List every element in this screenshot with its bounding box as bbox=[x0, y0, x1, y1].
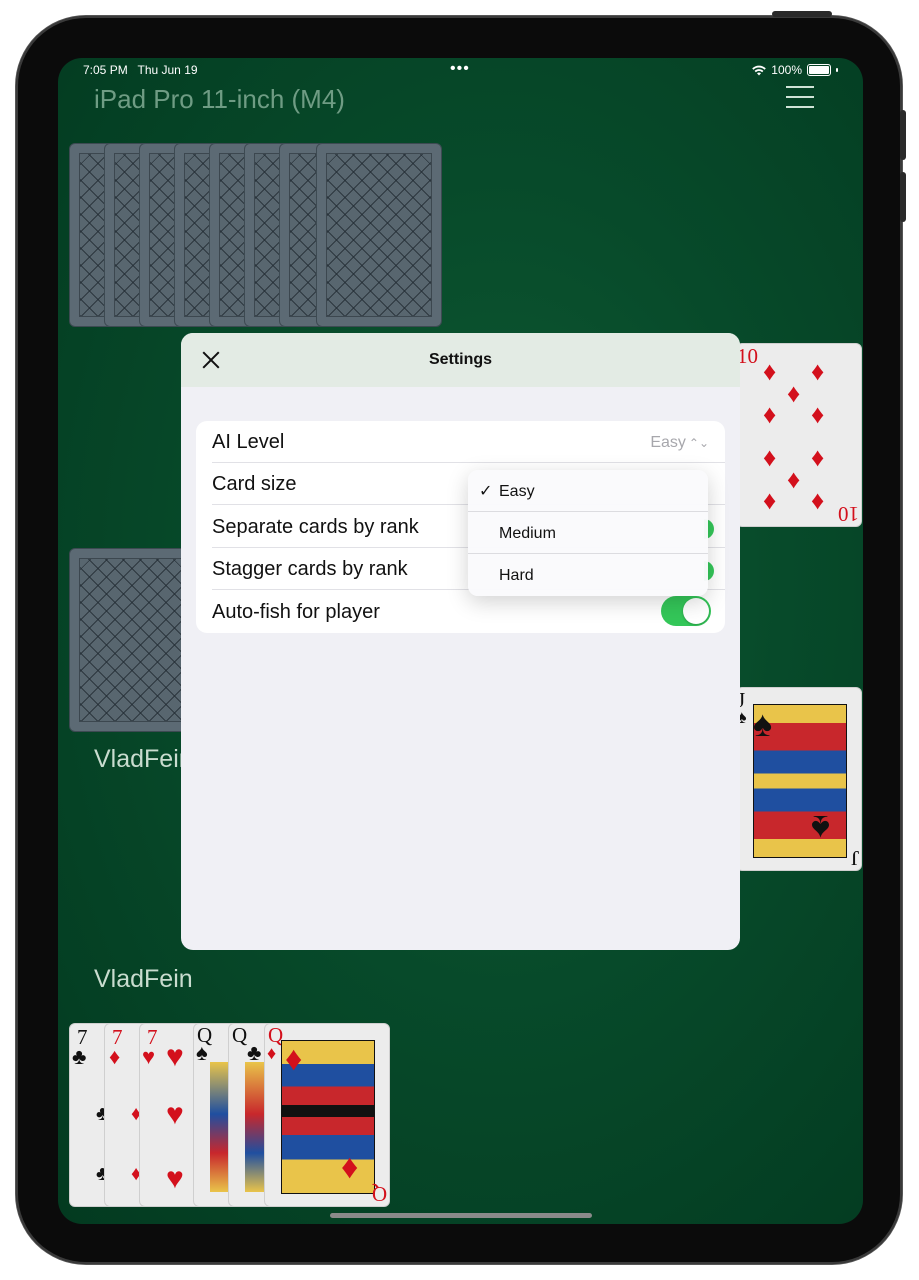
diamond-icon: ♦ bbox=[763, 399, 777, 429]
menu-option-hard[interactable]: Hard bbox=[468, 554, 708, 596]
menu-option-medium[interactable]: Medium bbox=[468, 512, 708, 554]
chevron-up-down-icon: ⌃⌄ bbox=[688, 436, 709, 450]
ai-level-menu: ✓ Easy Medium Hard bbox=[468, 470, 708, 596]
volume-up-button bbox=[900, 110, 906, 160]
status-bar: 7:05 PM Thu Jun 19 ••• 100% bbox=[58, 58, 863, 82]
queen-face-art bbox=[210, 1062, 230, 1192]
battery-nub bbox=[836, 68, 838, 72]
card-rank: J bbox=[850, 846, 859, 870]
card-rank: Q bbox=[371, 1182, 387, 1206]
auto-fish-toggle[interactable] bbox=[661, 596, 711, 626]
settings-sheet: Settings AI Level Easy ⌃⌄ Card size Separ… bbox=[181, 333, 740, 950]
heart-icon: ♥ bbox=[166, 1040, 184, 1073]
ai-level-row[interactable]: AI Level Easy ⌃⌄ bbox=[196, 421, 725, 463]
card-rank: 10 bbox=[737, 344, 758, 368]
diamond-icon: ♦ bbox=[811, 442, 825, 472]
battery-percent: 100% bbox=[771, 63, 802, 77]
opponent-name: VladFein bbox=[94, 745, 193, 773]
home-indicator[interactable] bbox=[330, 1213, 592, 1218]
diamond-icon: ♦ bbox=[267, 1043, 277, 1063]
card-size-label: Card size bbox=[212, 473, 297, 495]
card-ten-of-diamonds: 10 10 ♦ ♦ ♦ ♦ ♦ ♦ ♦ ♦ ♦ ♦ bbox=[736, 343, 862, 527]
multitasking-dots[interactable]: ••• bbox=[450, 60, 470, 78]
diamond-icon: ♦ bbox=[285, 1040, 303, 1078]
heart-icon: ♥ bbox=[142, 1044, 156, 1069]
menu-option-easy[interactable]: ✓ Easy bbox=[468, 470, 708, 512]
diamond-icon: ♦ bbox=[341, 1148, 359, 1186]
diamond-icon: ♦ bbox=[787, 378, 801, 408]
card-jack-of-spades: J ♠ ♠ ♠ J bbox=[736, 687, 862, 871]
device-title: iPad Pro 11-inch (M4) bbox=[94, 84, 345, 114]
spade-icon: ♠ bbox=[753, 703, 773, 744]
status-time: 7:05 PM Thu Jun 19 bbox=[83, 63, 198, 77]
auto-fish-row[interactable]: Auto-fish for player bbox=[196, 591, 725, 633]
deck-card-back[interactable] bbox=[69, 548, 195, 732]
heart-icon: ♥ bbox=[166, 1098, 184, 1131]
stagger-cards-label: Stagger cards by rank bbox=[212, 558, 408, 580]
checkmark-icon: ✓ bbox=[479, 483, 493, 500]
spade-icon: ♠ bbox=[811, 808, 831, 849]
option-label: Easy bbox=[499, 483, 535, 500]
card-rank: 10 bbox=[838, 502, 859, 526]
separate-cards-label: Separate cards by rank bbox=[212, 516, 419, 538]
battery-icon bbox=[807, 64, 831, 76]
card-rank: Q bbox=[232, 1023, 248, 1047]
option-label: Medium bbox=[499, 525, 556, 542]
top-button bbox=[772, 11, 832, 17]
screen: 7:05 PM Thu Jun 19 ••• 100% iPad Pro 11-… bbox=[58, 58, 863, 1224]
diamond-icon: ♦ bbox=[763, 485, 777, 515]
status-right: 100% bbox=[752, 63, 838, 77]
volume-down-button bbox=[900, 172, 906, 222]
diamond-icon: ♦ bbox=[763, 356, 777, 386]
auto-fish-label: Auto-fish for player bbox=[212, 601, 380, 623]
spade-icon: ♠ bbox=[196, 1040, 208, 1065]
settings-title: Settings bbox=[428, 351, 493, 368]
diamond-icon: ♦ bbox=[811, 485, 825, 515]
option-label: Hard bbox=[499, 567, 534, 584]
player-name: VladFein bbox=[94, 965, 193, 993]
diamond-icon: ♦ bbox=[109, 1044, 121, 1069]
club-icon: ♣ bbox=[247, 1040, 262, 1065]
wifi-icon bbox=[752, 65, 767, 75]
settings-header: Settings bbox=[181, 333, 740, 387]
queen-face-art bbox=[245, 1062, 265, 1192]
diamond-icon: ♦ bbox=[811, 356, 825, 386]
diamond-icon: ♦ bbox=[811, 399, 825, 429]
club-icon: ♣ bbox=[72, 1044, 87, 1069]
ai-level-label: AI Level bbox=[212, 431, 285, 453]
card-back bbox=[316, 143, 442, 327]
hamburger-menu-icon[interactable] bbox=[786, 84, 816, 110]
ai-level-value[interactable]: Easy ⌃⌄ bbox=[650, 434, 709, 452]
heart-icon: ♥ bbox=[166, 1162, 184, 1195]
hand-card-queen-of-diamonds[interactable]: Q ♦ ♦ ♦ Q bbox=[264, 1023, 390, 1207]
diamond-icon: ♦ bbox=[787, 464, 801, 494]
diamond-icon: ♦ bbox=[763, 442, 777, 472]
